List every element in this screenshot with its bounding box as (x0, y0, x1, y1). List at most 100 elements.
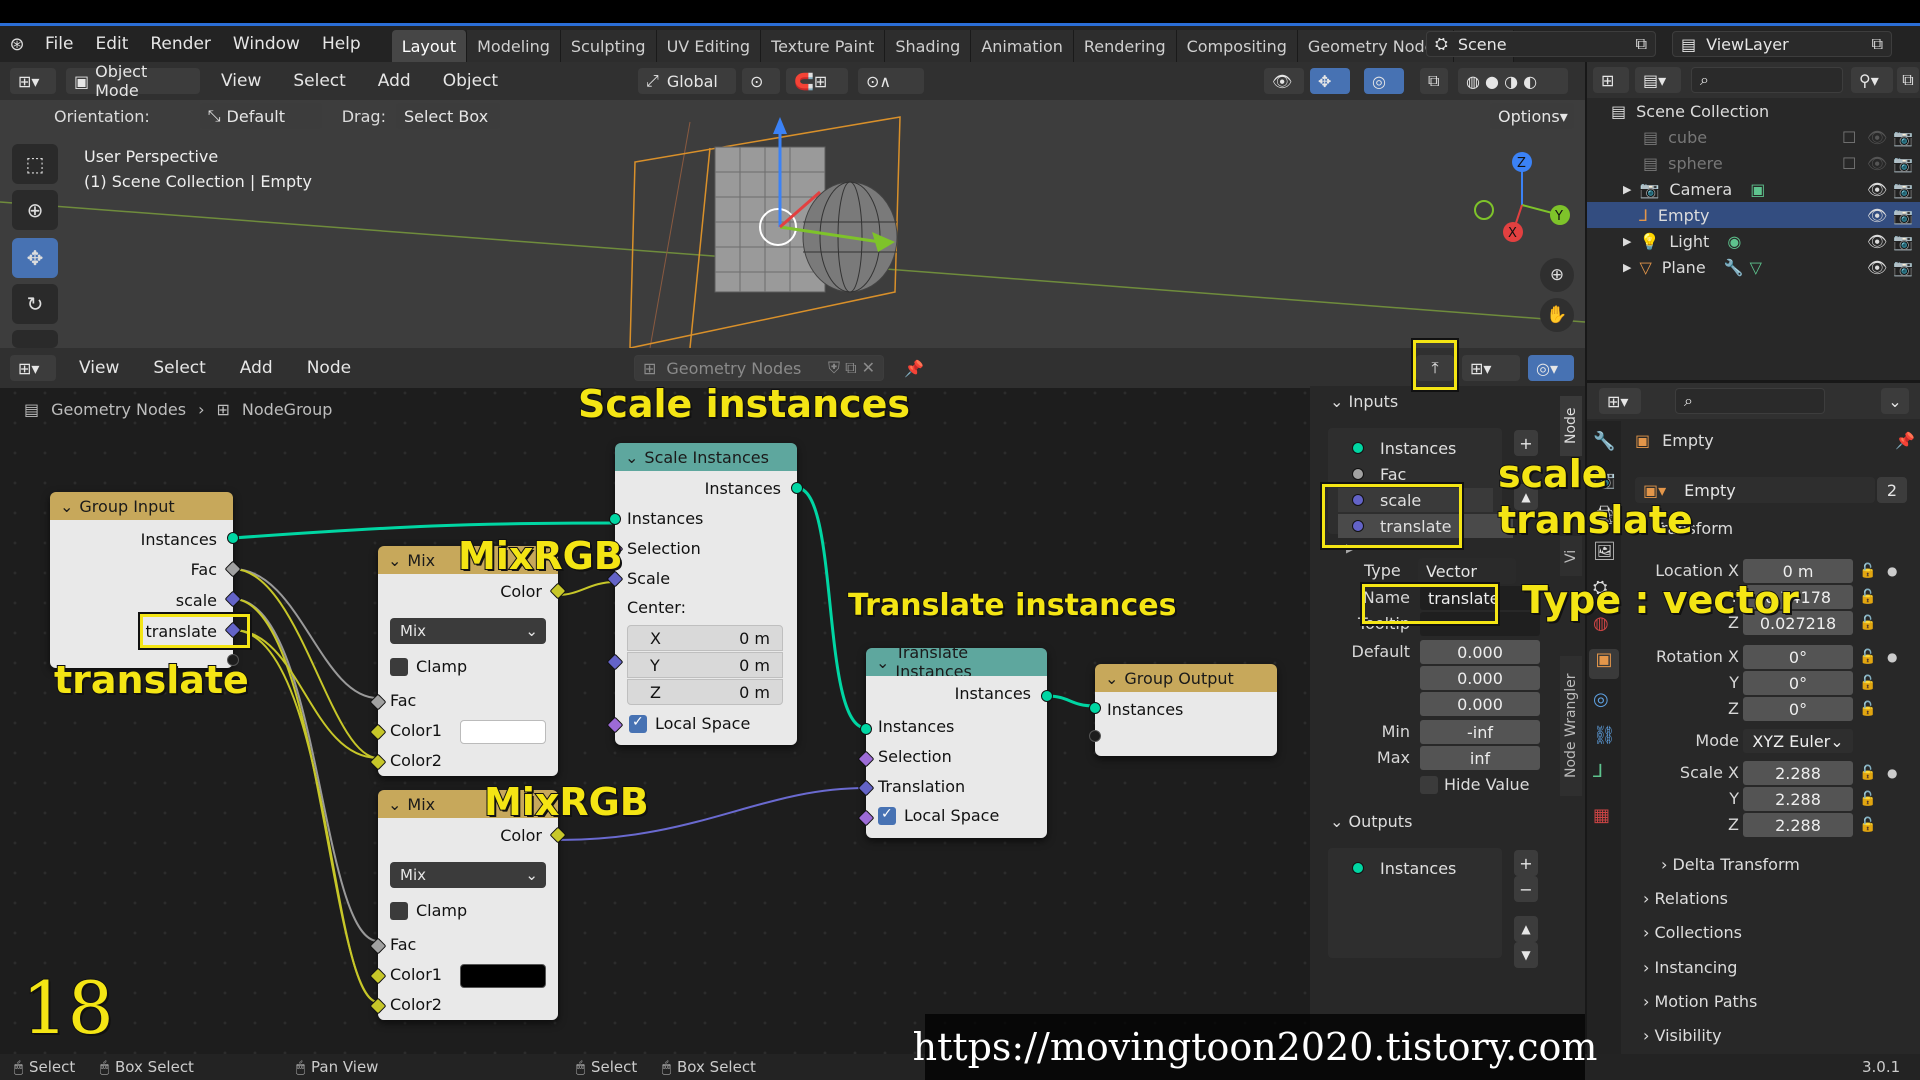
blender-logo-icon[interactable]: ⊛ (0, 34, 34, 55)
expand-arrow-icon[interactable]: ▶ (1623, 261, 1631, 274)
filter-button[interactable]: ⚲▾ (1851, 67, 1893, 93)
expand-arrow-icon[interactable]: ▶ (1623, 235, 1631, 248)
mix2-blend-dropdown[interactable]: Mix ⌄ (390, 862, 546, 888)
scale-instances-header[interactable]: ⌄ Scale Instances (615, 443, 797, 471)
remove-output-button[interactable]: − (1514, 876, 1538, 902)
add-output-button[interactable]: + (1514, 850, 1538, 876)
overlay-node-button[interactable]: ◎▾ (1528, 355, 1574, 381)
transform-orientation-dropdown[interactable]: ⤢ Global (638, 68, 736, 94)
collapse-chevron-icon[interactable]: ⌄ (388, 795, 401, 814)
tab-shading[interactable]: Shading (885, 30, 972, 62)
tab-compositing[interactable]: Compositing (1176, 30, 1298, 62)
si-socket-out[interactable] (791, 482, 803, 494)
type-dropdown[interactable]: Vector (1418, 558, 1516, 584)
outliner-row-empty[interactable]: ⅃ Empty 👁 📷 (1587, 202, 1920, 228)
collapse-chevron-icon[interactable]: ⌄ (625, 448, 638, 467)
si-center-z-field[interactable]: Z 0 m (627, 679, 783, 705)
scale-y-field[interactable]: 2.288 (1743, 787, 1853, 811)
default-x-field[interactable]: 0.000 (1420, 640, 1540, 664)
tab-animation[interactable]: Animation (971, 30, 1074, 62)
si-center-y-field[interactable]: Y 0 m (627, 652, 783, 678)
outliner-row-light[interactable]: ▶ 💡 Light ◉ 👁 📷 (1587, 228, 1920, 254)
orientation-dropdown[interactable]: ⤡ Default (199, 103, 322, 129)
constraints-tab-icon[interactable]: ⛓ (1593, 725, 1616, 746)
outliner-row-sphere[interactable]: ▤ sphere ☐ 👁 📷 (1587, 150, 1920, 176)
tab-rendering[interactable]: Rendering (1073, 30, 1177, 62)
mix1-clamp-checkbox[interactable] (390, 658, 408, 676)
move-output-up-button[interactable]: ▲ (1514, 916, 1538, 942)
section-motion-paths[interactable]: › Motion Paths (1643, 992, 1757, 1011)
lock-icon[interactable]: 🔓 (1859, 791, 1876, 807)
lock-icon[interactable]: 🔓 (1859, 701, 1876, 717)
menu-help[interactable]: Help (311, 34, 372, 54)
section-relations[interactable]: › Relations (1643, 889, 1728, 908)
lock-icon[interactable]: 🔓 (1859, 589, 1876, 605)
pivot-button[interactable]: ⊙ (742, 68, 780, 94)
scene-selector[interactable]: ⛭ Scene ⧉ (1426, 31, 1656, 57)
ti-socket-instances[interactable] (860, 723, 872, 735)
properties-options-button[interactable]: ⌄ (1881, 388, 1909, 414)
viewport-menu-object[interactable]: Object (432, 71, 509, 91)
exclude-checkbox-icon[interactable]: ☐ (1842, 128, 1856, 147)
sidebar-tab-view[interactable]: Vi (1560, 536, 1582, 576)
sidebar-tab-node[interactable]: Node (1560, 396, 1582, 456)
view-layer-tab-icon[interactable]: 🖼 (1593, 541, 1616, 562)
new-scene-icon[interactable]: ⧉ (1636, 34, 1647, 54)
si-center-x-field[interactable]: X 0 m (627, 625, 783, 651)
outliner-display-mode[interactable]: ▤▾ (1635, 67, 1681, 93)
menu-render[interactable]: Render (139, 34, 222, 54)
outliner-row-scene-collection[interactable]: ▤ Scene Collection (1587, 98, 1920, 124)
keyframe-dot-icon[interactable]: ● (1887, 766, 1897, 780)
tab-sculpting[interactable]: Sculpting (560, 30, 657, 62)
users-count[interactable]: 2 (1877, 477, 1907, 503)
visibility-button[interactable]: 👁 (1264, 68, 1304, 94)
render-camera-icon[interactable]: 📷 (1893, 206, 1913, 225)
properties-type-button[interactable]: ⊞▾ (1599, 388, 1641, 414)
xray-button[interactable]: ⧉ (1420, 68, 1448, 94)
rotation-mode-dropdown[interactable]: XYZ Euler ⌄ (1743, 729, 1853, 753)
properties-search[interactable]: ⌕ (1675, 388, 1825, 414)
max-field[interactable]: inf (1420, 746, 1540, 770)
editor-type-button[interactable]: ⊞▾ (10, 68, 56, 94)
collapse-chevron-icon[interactable]: ⌄ (1105, 669, 1118, 688)
lock-icon[interactable]: 🔓 (1859, 817, 1876, 833)
lock-icon[interactable]: 🔓 (1859, 675, 1876, 691)
hide-eye-icon[interactable]: 👁 (1867, 232, 1887, 251)
options-dropdown[interactable]: Options ▾ (1490, 103, 1574, 129)
render-camera-icon[interactable]: 📷 (1893, 258, 1913, 277)
lock-icon[interactable]: 🔓 (1859, 649, 1876, 665)
zoom-icon[interactable]: ⊕ (1540, 258, 1574, 292)
mix2-clamp-checkbox[interactable] (390, 902, 408, 920)
object-tab-icon[interactable]: ▣ (1589, 649, 1619, 679)
hide-eye-icon[interactable]: 👁 (1867, 154, 1887, 173)
exclude-checkbox-icon[interactable]: ☐ (1842, 154, 1856, 173)
go-socket-instances[interactable] (1089, 702, 1101, 714)
scale-z-field[interactable]: 2.288 (1743, 813, 1853, 837)
mix-node-2[interactable]: ⌄ Mix Color Mix ⌄ Clamp Fac Color1 Color2 (369, 790, 567, 1020)
select-box-tool-icon[interactable]: ⬚ (12, 144, 58, 184)
menu-window[interactable]: Window (222, 34, 311, 54)
rotate-tool-icon[interactable]: ↻ (12, 284, 58, 324)
tool-tab-icon[interactable]: 🔧 (1593, 431, 1615, 452)
move-output-down-button[interactable]: ▼ (1514, 942, 1538, 968)
hide-value-checkbox[interactable] (1420, 776, 1438, 794)
rotation-z-field[interactable]: 0° (1743, 697, 1853, 721)
si-local-space-checkbox[interactable] (629, 714, 647, 733)
hide-eye-icon[interactable]: 👁 (1867, 180, 1887, 199)
shading-buttons[interactable]: ◍ ● ◑ ◐ (1458, 68, 1568, 94)
pan-hand-icon[interactable]: ✋ (1540, 298, 1574, 332)
proportional-edit-button[interactable]: ⊙∧ (858, 68, 924, 94)
outliner-row-camera[interactable]: ▶ 📷 Camera ▣ 👁 📷 (1587, 176, 1920, 202)
si-socket-instances[interactable] (609, 513, 621, 525)
navigation-gizmo[interactable]: Z Y X (1470, 150, 1580, 260)
expand-arrow-icon[interactable]: ▶ (1623, 183, 1631, 196)
pin-icon[interactable]: 📌 (1895, 431, 1915, 450)
mode-dropdown[interactable]: ▣ Object Mode (66, 62, 200, 100)
gi-socket-instances[interactable] (227, 532, 239, 544)
outliner-row-plane[interactable]: ▶ ▽ Plane 🔧 ▽ 👁 📷 (1587, 254, 1920, 280)
scale-x-field[interactable]: 2.288 (1743, 761, 1853, 785)
lock-icon[interactable]: 🔓 (1859, 615, 1876, 631)
render-camera-icon[interactable]: 📷 (1893, 232, 1913, 251)
outliner-search[interactable]: ⌕ (1691, 67, 1843, 93)
outliner-type-button[interactable]: ⊞ (1593, 67, 1629, 93)
